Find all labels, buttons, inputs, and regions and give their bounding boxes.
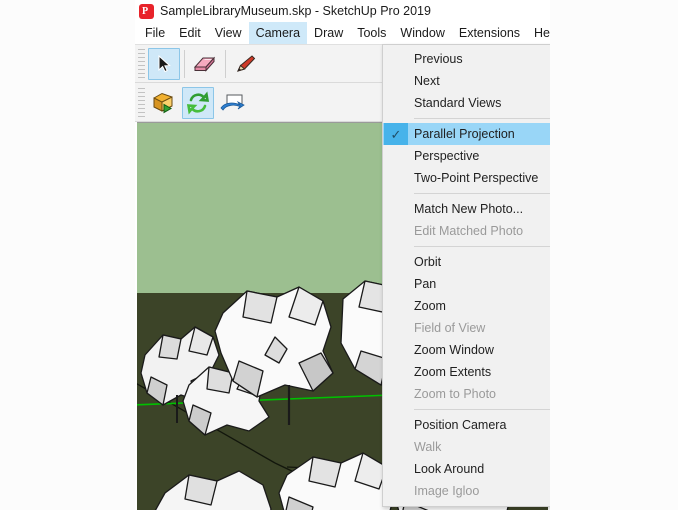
menu-item-label: Look Around [414, 462, 485, 476]
window-title: SampleLibraryMuseum.skp - SketchUp Pro 2… [160, 4, 431, 18]
sketchup-window: P SampleLibraryMuseum.skp - SketchUp Pro… [135, 0, 550, 510]
make-component-tool-button[interactable] [148, 87, 180, 119]
menu-separator [414, 246, 550, 247]
menubar-item-camera[interactable]: Camera [248, 22, 308, 44]
menu-item-image-igloo: Image IglooI [383, 480, 550, 502]
menu-item-label: Previous [414, 52, 463, 66]
menu-item-zoom-window[interactable]: Zoom WindowCtrl+Shift+W [383, 339, 550, 361]
check-glyph: ✓ [390, 126, 402, 142]
toolbar-separator [184, 49, 185, 78]
menu-item-perspective[interactable]: Perspective [383, 145, 550, 167]
menu-item-zoom-to-photo: Zoom to Photo [383, 383, 550, 405]
menu-item-previous[interactable]: Previous [383, 48, 550, 70]
menu-item-label: Zoom Extents [414, 365, 492, 379]
menubar-item-file[interactable]: File [138, 22, 172, 44]
logo-glyph: P [142, 5, 149, 17]
menu-item-look-around[interactable]: Look Around [383, 458, 550, 480]
pencil-icon [237, 54, 256, 72]
menubar-item-view[interactable]: View [208, 22, 249, 44]
menu-item-label: Orbit [414, 255, 442, 269]
blue-arrow-panel-tool-button[interactable] [216, 87, 248, 119]
toolbar-grip-icon[interactable] [138, 87, 145, 118]
eraser-tool-button[interactable] [189, 48, 221, 80]
menu-item-position-camera[interactable]: Position Camera [383, 414, 550, 436]
menu-item-zoom-extents[interactable]: Zoom ExtentsCtrl+Shift+E [383, 361, 550, 383]
menu-item-zoom[interactable]: ZoomZ [383, 295, 550, 317]
menu-item-next[interactable]: Next [383, 70, 550, 92]
menu-item-label: Next [414, 74, 440, 88]
check-mark-icon: ✓ [384, 123, 408, 145]
select-arrow-icon [158, 54, 171, 72]
menu-item-label: Match New Photo... [414, 202, 524, 216]
menu-bar: File Edit View Camera Draw Tools Window Extensi… [135, 22, 550, 44]
pencil-tool-button[interactable] [230, 48, 262, 80]
menu-item-walk: Walk [383, 436, 550, 458]
menu-item-label: Walk [414, 440, 442, 454]
toolbar-grip-icon[interactable] [138, 48, 145, 79]
menubar-item-extensions[interactable]: Extensions [452, 22, 527, 44]
menu-item-label: Zoom Window [414, 343, 494, 357]
menu-item-label: Zoom [414, 299, 446, 313]
menu-separator [414, 193, 550, 194]
menubar-item-draw[interactable]: Draw [307, 22, 350, 44]
menu-item-match-new-photo[interactable]: Match New Photo... [383, 198, 550, 220]
menu-item-label: Edit Matched Photo [414, 224, 524, 238]
refresh-arrows-icon [186, 90, 210, 115]
select-arrow-tool-button[interactable] [148, 47, 180, 80]
menubar-item-window[interactable]: Window [393, 22, 451, 44]
refresh-arrows-tool-button[interactable] [182, 86, 214, 119]
menu-item-pan[interactable]: PanH [383, 273, 550, 295]
menu-item-field-of-view: Field of View [383, 317, 550, 339]
menu-item-label: Image Igloo [414, 484, 480, 498]
menu-item-orbit[interactable]: OrbitO [383, 251, 550, 273]
menu-item-label: Parallel Projection [414, 127, 515, 141]
menu-separator [414, 118, 550, 119]
menubar-item-tools[interactable]: Tools [350, 22, 393, 44]
menubar-item-help[interactable]: Help [527, 22, 550, 44]
blue-arrow-panel-icon [220, 94, 245, 111]
toolbar-separator [225, 49, 226, 78]
eraser-icon [193, 56, 216, 72]
menubar-item-edit[interactable]: Edit [172, 22, 208, 44]
sketchup-logo-icon: P [139, 3, 154, 19]
make-component-icon [153, 92, 173, 113]
title-bar: P SampleLibraryMuseum.skp - SketchUp Pro… [135, 0, 550, 22]
menu-item-label: Field of View [414, 321, 486, 335]
menu-item-edit-matched-photo: Edit Matched Photo› [383, 220, 550, 242]
menu-separator [414, 409, 550, 410]
menu-item-label: Zoom to Photo [414, 387, 496, 401]
camera-dropdown-menu: Previous Next Standard Views› ✓ Parallel Pro… [382, 44, 550, 507]
menu-item-label: Position Camera [414, 418, 507, 432]
menu-item-label: Standard Views [414, 96, 502, 110]
menu-item-parallel-projection[interactable]: ✓ Parallel Projection [383, 123, 550, 145]
menu-item-standard-views[interactable]: Standard Views› [383, 92, 550, 114]
menu-item-label: Pan [414, 277, 437, 291]
menu-item-two-point-perspective[interactable]: Two-Point Perspective [383, 167, 550, 189]
menu-item-label: Two-Point Perspective [414, 171, 539, 185]
screen-root: P SampleLibraryMuseum.skp - SketchUp Pro… [0, 0, 678, 510]
menu-item-label: Perspective [414, 149, 480, 163]
